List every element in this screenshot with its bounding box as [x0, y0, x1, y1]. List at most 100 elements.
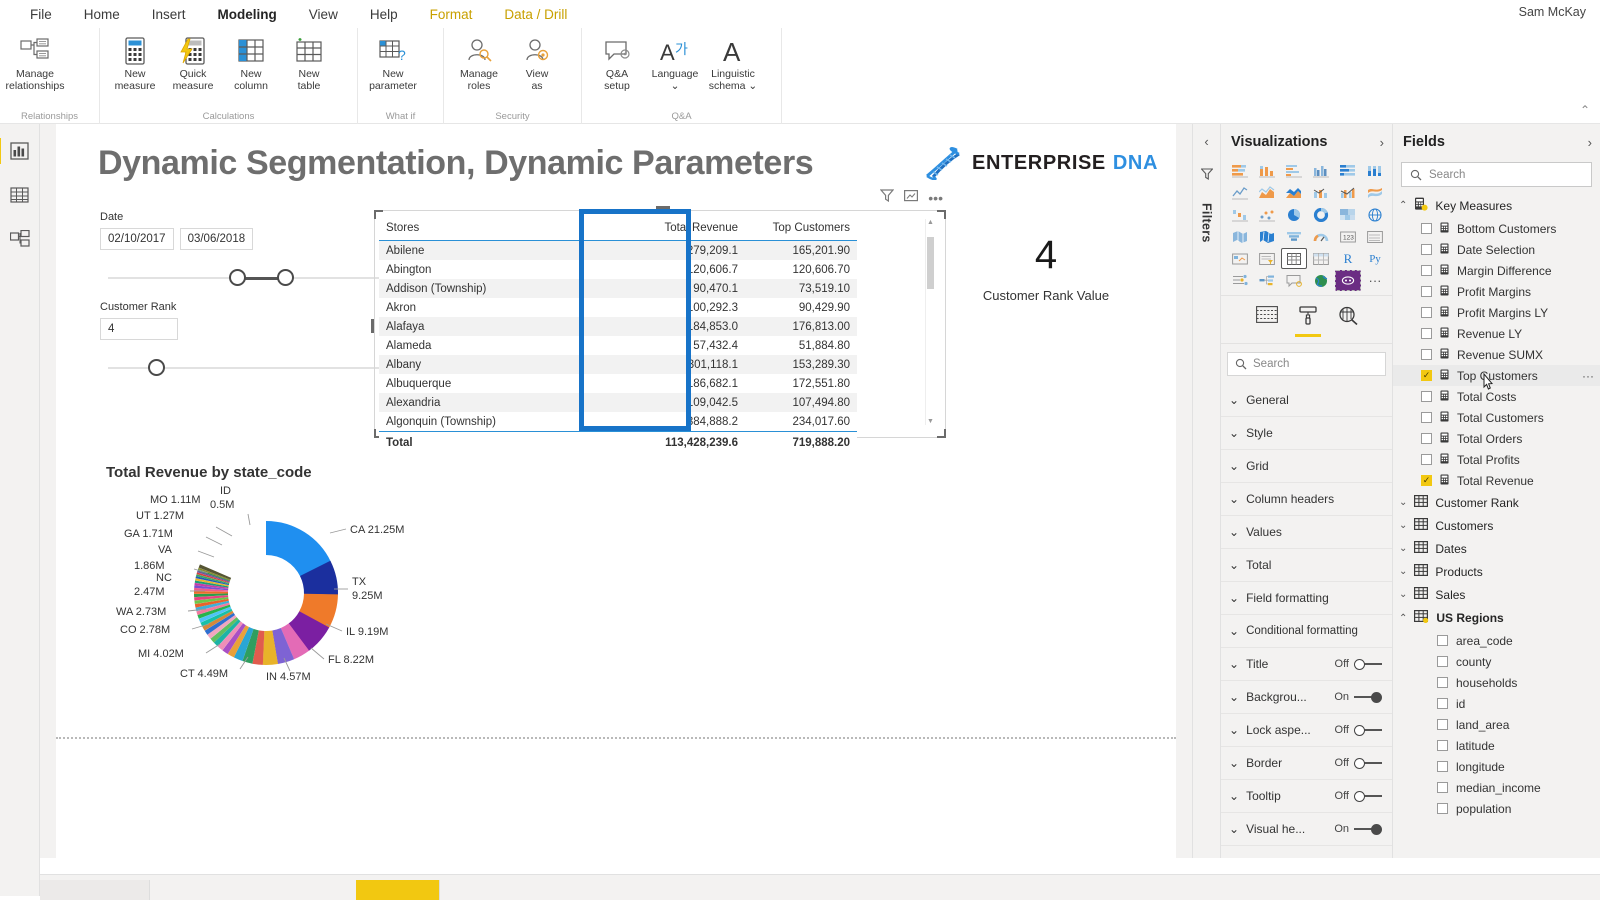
viz-r-script-icon[interactable]: R: [1335, 248, 1361, 269]
customer-rank-input[interactable]: 4: [100, 318, 178, 340]
date-slicer-track-wrap[interactable]: [100, 264, 400, 292]
sidebar-item-model-view[interactable]: [7, 226, 33, 252]
chevron-right-icon[interactable]: ›: [1588, 135, 1592, 150]
format-search-input[interactable]: Search: [1227, 352, 1386, 376]
customer-rank-track-wrap[interactable]: [100, 354, 400, 382]
chevron-down-icon[interactable]: ⌄: [1399, 520, 1407, 531]
format-section-values[interactable]: ⌄ Values: [1221, 516, 1392, 549]
field-group-customer-rank[interactable]: ⌄ Customer Rank: [1393, 491, 1600, 514]
format-section-total[interactable]: ⌄ Total: [1221, 549, 1392, 582]
format-section-field-formatting[interactable]: ⌄ Field formatting: [1221, 582, 1392, 615]
filter-pane-icon[interactable]: [1199, 167, 1214, 185]
new-table-button[interactable]: New table: [280, 28, 338, 92]
viz-line-clustered-column-chart-icon[interactable]: [1335, 182, 1361, 203]
date-slicer-from-input[interactable]: 02/10/2017: [100, 228, 174, 250]
more-options-icon[interactable]: ···: [1582, 369, 1594, 383]
table-row[interactable]: Albany 301,118.1 153,289.30: [379, 355, 857, 374]
table-row[interactable]: Akron 100,292.3 90,429.90: [379, 298, 857, 317]
menu-item-modeling[interactable]: Modeling: [202, 3, 293, 33]
field-item-land-area[interactable]: land_area: [1393, 714, 1600, 735]
field-item-total-costs[interactable]: Total Costs: [1393, 386, 1600, 407]
manage-relationships-button[interactable]: Manage relationships: [6, 28, 64, 92]
viz-filled-map-icon[interactable]: [1227, 226, 1253, 247]
format-section-grid[interactable]: ⌄ Grid: [1221, 450, 1392, 483]
field-checkbox[interactable]: [1421, 349, 1432, 360]
field-checkbox[interactable]: [1437, 698, 1448, 709]
viz-custom-visual-icon[interactable]: [1335, 270, 1361, 291]
field-group-products[interactable]: ⌄ Products: [1393, 560, 1600, 583]
menu-item-view[interactable]: View: [293, 3, 354, 26]
field-item-date-selection[interactable]: Date Selection: [1393, 239, 1600, 260]
viz-scatter-chart-icon[interactable]: [1254, 204, 1280, 225]
field-checkbox[interactable]: [1437, 719, 1448, 730]
field-group-us-regions[interactable]: ⌃ US Regions: [1393, 606, 1600, 630]
field-checkbox[interactable]: [1437, 761, 1448, 772]
format-section-title[interactable]: ⌄ Title Off: [1221, 648, 1392, 681]
fields-well-tab[interactable]: [1255, 306, 1278, 337]
scroll-up-icon[interactable]: ▲: [926, 219, 935, 226]
format-section-style[interactable]: ⌄ Style: [1221, 417, 1392, 450]
field-item-revenue-sumx[interactable]: Revenue SUMX: [1393, 344, 1600, 365]
viz-funnel-chart-icon[interactable]: [1281, 226, 1307, 247]
resize-corner-tr[interactable]: [937, 210, 946, 219]
menu-item-help[interactable]: Help: [354, 3, 414, 26]
viz-card-icon[interactable]: 123: [1335, 226, 1361, 247]
title-toggle[interactable]: [1354, 658, 1382, 670]
date-slicer-handle-left[interactable]: [229, 269, 246, 286]
page-tab-active[interactable]: [356, 880, 440, 900]
date-slicer-to-input[interactable]: 03/06/2018: [179, 228, 254, 250]
date-slicer-handle-right[interactable]: [277, 269, 294, 286]
analytics-tab[interactable]: [1338, 306, 1358, 337]
resize-corner-br[interactable]: [937, 429, 946, 438]
sidebar-item-data-view[interactable]: [7, 182, 33, 208]
report-canvas[interactable]: Dynamic Segmentation, Dynamic Parameters: [56, 124, 1176, 866]
field-item-revenue-ly[interactable]: Revenue LY: [1393, 323, 1600, 344]
border-toggle[interactable]: [1354, 757, 1382, 769]
field-checkbox[interactable]: [1437, 740, 1448, 751]
field-item-top-customers[interactable]: Top Customers ···: [1393, 365, 1600, 390]
viz-map-icon[interactable]: [1362, 204, 1388, 225]
view-as-button[interactable]: View as: [508, 28, 566, 92]
field-item-profit-margins-ly[interactable]: Profit Margins LY: [1393, 302, 1600, 323]
menu-item-home[interactable]: Home: [68, 3, 136, 26]
linguistic-schema-button[interactable]: A Linguistic schema ⌄: [704, 28, 762, 92]
lock-aspect-toggle[interactable]: [1354, 724, 1382, 736]
format-tab[interactable]: [1294, 306, 1321, 337]
manage-roles-button[interactable]: Manage roles: [450, 28, 508, 92]
viz-treemap-icon[interactable]: [1335, 204, 1361, 225]
viz-more-visuals-icon[interactable]: ···: [1362, 270, 1388, 291]
table-row[interactable]: Algonquin (Township) 384,888.2 234,017.6…: [379, 412, 857, 432]
format-section-tooltip[interactable]: ⌄ Tooltip Off: [1221, 780, 1392, 813]
tooltip-toggle[interactable]: [1354, 790, 1382, 802]
viz-gauge-icon[interactable]: [1308, 226, 1334, 247]
field-checkbox[interactable]: [1421, 307, 1432, 318]
viz-clustered-column-chart-icon[interactable]: [1308, 160, 1334, 181]
field-item-median-income[interactable]: median_income: [1393, 777, 1600, 798]
table-row[interactable]: Albuquerque 186,682.1 172,551.80: [379, 374, 857, 393]
field-item-population[interactable]: population: [1393, 798, 1600, 819]
format-section-lock-aspect[interactable]: ⌄ Lock aspe... Off: [1221, 714, 1392, 747]
menu-item-data-drill[interactable]: Data / Drill: [488, 3, 583, 26]
viz-slicer-icon[interactable]: [1254, 248, 1280, 269]
chevron-left-icon[interactable]: ‹: [1204, 134, 1208, 149]
viz-line-chart-icon[interactable]: [1227, 182, 1253, 203]
scroll-down-icon[interactable]: ▼: [926, 418, 935, 425]
chevron-down-icon[interactable]: ⌄: [1399, 497, 1407, 508]
chevron-down-icon[interactable]: ⌄: [1399, 543, 1407, 554]
field-checkbox[interactable]: [1437, 677, 1448, 688]
data-table[interactable]: Stores Total Revenue Top Customers Abile…: [379, 217, 857, 453]
field-item-total-profits[interactable]: Total Profits: [1393, 449, 1600, 470]
chevron-down-icon[interactable]: ⌄: [1399, 589, 1407, 600]
card-visual[interactable]: 4 Customer Rank Value: [956, 234, 1136, 303]
field-checkbox[interactable]: [1421, 244, 1432, 255]
viz-100-stacked-bar-chart-icon[interactable]: [1335, 160, 1361, 181]
menu-item-file[interactable]: File: [14, 3, 68, 26]
new-column-button[interactable]: New column: [222, 28, 280, 92]
filter-icon[interactable]: [879, 189, 895, 207]
viz-matrix-icon[interactable]: [1308, 248, 1334, 269]
table-row[interactable]: Alafaya 184,853.0 176,813.00: [379, 317, 857, 336]
format-section-visual-header[interactable]: ⌄ Visual he... On: [1221, 813, 1392, 846]
table-scrollbar[interactable]: ▲ ▼: [925, 219, 934, 425]
field-checkbox[interactable]: [1421, 454, 1432, 465]
chevron-up-icon[interactable]: ⌃: [1399, 200, 1407, 211]
